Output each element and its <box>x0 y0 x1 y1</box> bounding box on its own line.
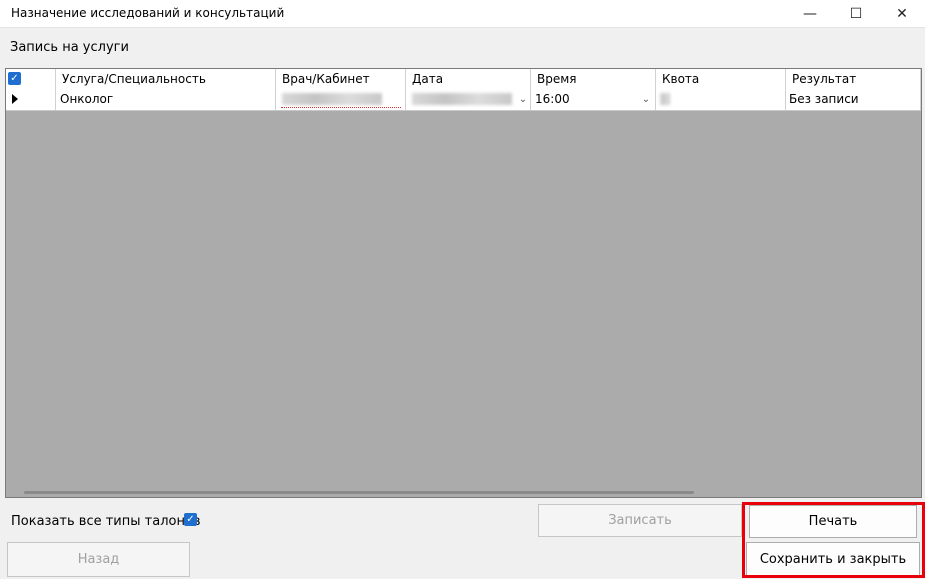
dialog-window: Назначение исследований и консультаций —… <box>0 0 925 579</box>
redacted-doctor <box>282 93 382 105</box>
show-all-coupons-label: Показать все типы талонов <box>11 514 201 529</box>
show-all-coupons-checkbox[interactable]: ✓ <box>184 513 197 526</box>
validation-underline <box>281 107 401 108</box>
cell-date[interactable]: ⌄ <box>406 89 531 110</box>
chevron-down-icon[interactable]: ⌄ <box>516 89 530 110</box>
column-header-service[interactable]: Услуга/Специальность <box>56 69 276 89</box>
redacted-quota <box>660 93 670 105</box>
column-header-doctor[interactable]: Врач/Кабинет <box>276 69 406 89</box>
triangle-right-icon <box>12 94 18 104</box>
chevron-down-icon[interactable]: ⌄ <box>639 89 653 110</box>
column-header-date[interactable]: Дата <box>406 69 531 89</box>
row-indicator-cell <box>6 89 56 110</box>
redacted-date <box>412 93 512 105</box>
cell-time-value: 16:00 <box>535 92 570 106</box>
cell-time[interactable]: 16:00 ⌄ <box>531 89 656 110</box>
close-button[interactable]: ✕ <box>879 0 925 27</box>
table-row[interactable]: Онколог ⌄ 16:00 ⌄ Без записи <box>6 89 921 111</box>
cell-doctor[interactable] <box>276 89 406 110</box>
services-grid[interactable]: ✓ Услуга/Специальность Врач/Кабинет Дата… <box>5 68 922 498</box>
column-header-time[interactable]: Время <box>531 69 656 89</box>
minimize-button[interactable]: — <box>787 0 833 27</box>
title-bar: Назначение исследований и консультаций —… <box>0 0 925 28</box>
minimize-icon: — <box>803 5 817 22</box>
cell-service[interactable]: Онколог <box>56 89 276 110</box>
cell-quota[interactable] <box>656 89 786 110</box>
select-all-cell[interactable]: ✓ <box>6 69 56 89</box>
record-button[interactable]: Записать <box>538 504 742 537</box>
cell-result[interactable]: Без записи <box>786 89 921 110</box>
back-button[interactable]: Назад <box>7 542 190 577</box>
column-header-result[interactable]: Результат <box>786 69 921 89</box>
section-label: Запись на услуги <box>10 40 129 55</box>
horizontal-scrollbar[interactable] <box>24 491 694 494</box>
maximize-icon: ☐ <box>849 5 863 22</box>
highlight-frame <box>742 502 925 578</box>
window-title: Назначение исследований и консультаций <box>11 6 285 20</box>
close-icon: ✕ <box>896 5 908 22</box>
maximize-button[interactable]: ☐ <box>833 0 879 27</box>
column-header-quota[interactable]: Квота <box>656 69 786 89</box>
grid-header: ✓ Услуга/Специальность Врач/Кабинет Дата… <box>6 69 921 90</box>
select-all-checkbox[interactable]: ✓ <box>8 72 21 85</box>
